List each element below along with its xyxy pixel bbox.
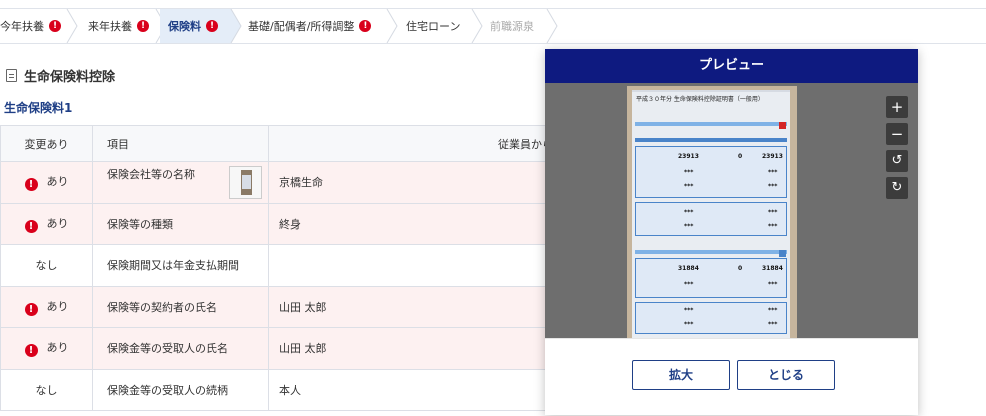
step-label: 今年扶養 — [0, 20, 44, 33]
chevron-right-icon — [66, 9, 78, 43]
scanned-certificate-image: 平成３０年分 生命保険料控除証明書（一般用） 23913 0 23913 ***… — [627, 86, 797, 338]
certificate-section-individual: *** *** *** *** — [635, 302, 787, 334]
column-header-changed: 変更あり — [0, 125, 93, 162]
item-cell: 保険等の種類 — [92, 202, 269, 245]
changed-value: あり — [46, 175, 69, 189]
item-cell: 保険等の契約者の氏名 — [92, 285, 269, 328]
certificate-band — [635, 138, 787, 142]
rotate-left-icon[interactable]: ↺ — [886, 150, 908, 172]
preview-modal-title: プレビュー — [545, 49, 918, 83]
certificate-band — [635, 122, 787, 126]
alert-icon: ! — [49, 20, 61, 32]
column-header-item: 項目 — [92, 125, 269, 162]
changed-cell: ! あり — [0, 285, 93, 328]
item-cell: 保険金等の受取人の氏名 — [92, 327, 269, 370]
zoom-in-icon[interactable]: + — [886, 96, 908, 118]
certificate-section-pension: 31884 0 31884 *** *** — [635, 258, 787, 298]
certificate-heading: 平成３０年分 生命保険料控除証明書（一般用） — [636, 96, 764, 103]
preview-modal-footer: 拡大 とじる — [545, 338, 918, 415]
masked-value: *** — [684, 183, 694, 190]
masked-value: *** — [684, 169, 694, 176]
step-label: 基礎/配偶者/所得調整 — [248, 20, 355, 33]
changed-value: あり — [46, 341, 69, 355]
changed-cell: ! あり — [0, 327, 93, 370]
chevron-right-icon — [546, 9, 558, 43]
certificate-mark — [779, 122, 786, 129]
masked-value: *** — [768, 209, 778, 216]
step-label: 来年扶養 — [88, 20, 132, 33]
amount-value: 0 — [738, 153, 743, 160]
amount-value: 31884 — [678, 265, 699, 272]
enlarge-button[interactable]: 拡大 — [632, 360, 730, 390]
step-tab-this-year-dependents[interactable]: 今年扶養! — [0, 9, 67, 43]
alert-icon: ! — [206, 20, 218, 32]
alert-icon: ! — [24, 344, 38, 358]
changed-cell: なし — [0, 244, 93, 287]
item-cell: 保険期間又は年金支払期間 — [92, 244, 269, 287]
item-cell: 保険金等の受取人の続柄 — [92, 368, 269, 411]
viewer-controls: + − ↺ ↻ — [886, 96, 908, 199]
step-label: 保険料 — [168, 20, 201, 33]
close-button[interactable]: とじる — [737, 360, 835, 390]
alert-icon: ! — [137, 20, 149, 32]
step-label: 前職源泉 — [490, 20, 534, 33]
step-tab-previous-job: 前職源泉 — [482, 9, 552, 43]
step-tab-housing-loan[interactable]: 住宅ローン — [398, 9, 476, 43]
step-tab-next-year-dependents[interactable]: 来年扶養! — [80, 9, 160, 43]
masked-value: *** — [768, 169, 778, 176]
changed-value: あり — [46, 216, 69, 230]
masked-value: *** — [684, 223, 694, 230]
subsection-title: 生命保険料1 — [4, 101, 73, 115]
masked-value: *** — [768, 321, 778, 328]
zoom-out-icon[interactable]: − — [886, 123, 908, 145]
amount-value: 23913 — [678, 153, 699, 160]
document-thumbnail[interactable] — [229, 165, 262, 199]
changed-cell: ! あり — [0, 161, 93, 204]
amount-value: 23913 — [762, 153, 783, 160]
masked-value: *** — [768, 307, 778, 314]
section-title-text: 生命保険料控除 — [24, 70, 116, 85]
alert-icon: ! — [359, 20, 372, 32]
alert-icon: ! — [24, 302, 38, 316]
document-viewer[interactable]: 平成３０年分 生命保険料控除証明書（一般用） 23913 0 23913 ***… — [545, 83, 918, 338]
certificate-section-general: 23913 0 23913 *** *** *** *** — [635, 146, 787, 198]
masked-value: *** — [768, 281, 778, 288]
rotate-right-icon[interactable]: ↻ — [886, 177, 908, 199]
certificate-mark — [779, 250, 786, 257]
changed-cell: ! あり — [0, 202, 93, 245]
chevron-right-icon — [386, 9, 398, 43]
amount-value: 0 — [738, 265, 743, 272]
masked-value: *** — [684, 209, 694, 216]
step-tab-insurance[interactable]: 保険料! — [160, 9, 230, 43]
certificate-paper: 平成３０年分 生命保険料控除証明書（一般用） 23913 0 23913 ***… — [632, 90, 790, 338]
masked-value: *** — [684, 307, 694, 314]
masked-value: *** — [768, 223, 778, 230]
changed-cell: なし — [0, 368, 93, 411]
step-tab-basic-spouse-income[interactable]: 基礎/配偶者/所得調整! — [240, 9, 388, 43]
masked-value: *** — [684, 281, 694, 288]
step-label: 住宅ローン — [406, 20, 461, 33]
section-title: 生命保険料控除 — [6, 66, 115, 85]
certificate-band — [635, 250, 787, 254]
item-label: 保険会社等の名称 — [107, 167, 195, 181]
alert-icon: ! — [24, 178, 38, 192]
step-navigation: 今年扶養! 来年扶養! 保険料! 基礎/配偶者/所得調整! 住宅ローン 前職源泉 — [0, 8, 986, 44]
changed-value: あり — [46, 299, 69, 313]
amount-value: 31884 — [762, 265, 783, 272]
masked-value: *** — [768, 183, 778, 190]
certificate-section-medical: *** *** *** *** — [635, 202, 787, 236]
masked-value: *** — [684, 321, 694, 328]
preview-modal: プレビュー 平成３０年分 生命保険料控除証明書（一般用） 23913 0 239… — [545, 49, 918, 415]
document-icon — [6, 69, 17, 82]
alert-icon: ! — [24, 219, 38, 233]
item-cell: 保険会社等の名称 — [92, 161, 269, 204]
